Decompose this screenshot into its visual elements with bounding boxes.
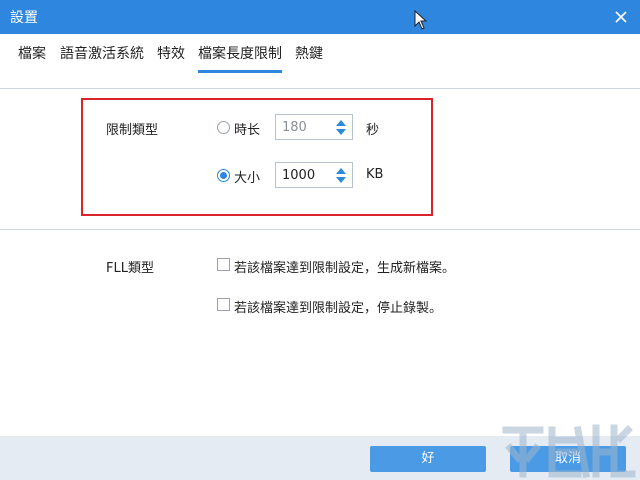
stop-recording-checkbox[interactable] [217, 298, 230, 311]
ok-button[interactable]: 好 [370, 446, 486, 472]
time-radio[interactable] [217, 121, 230, 134]
tab-file[interactable]: 檔案 [18, 43, 46, 63]
tab-file-length-limit[interactable]: 檔案長度限制 [198, 43, 282, 63]
title-bar: 設置 [0, 0, 640, 34]
spin-up-icon[interactable] [336, 120, 346, 126]
tabs-divider [0, 88, 640, 89]
time-value: 180 [282, 120, 307, 135]
watermark-logo [502, 424, 636, 479]
tab-effects[interactable]: 特效 [157, 43, 185, 63]
spin-down-icon[interactable] [336, 177, 346, 183]
time-radio-label: 時长 [234, 123, 261, 138]
limit-type-label: 限制類型 [106, 123, 159, 138]
section-divider [0, 229, 640, 230]
close-icon[interactable] [608, 4, 634, 30]
tab-hotkeys[interactable]: 熱鍵 [295, 43, 323, 63]
size-value: 1000 [282, 168, 316, 183]
new-file-option-label: 若該檔案達到限制設定，生成新檔案。 [234, 261, 456, 276]
stop-recording-option-label: 若該檔案達到限制設定，停止錄製。 [234, 301, 443, 316]
time-unit: 秒 [366, 123, 380, 138]
spin-down-icon[interactable] [336, 129, 346, 135]
size-radio[interactable] [217, 169, 230, 182]
mouse-cursor-icon [414, 10, 428, 30]
fll-type-label: FLL類型 [106, 261, 154, 276]
size-unit: KB [366, 167, 384, 182]
highlight-box [81, 98, 433, 216]
tab-bar: 檔案 語音激活系統 特效 檔案長度限制 熱鍵 [0, 34, 640, 74]
tab-voice-activation[interactable]: 語音激活系統 [60, 43, 144, 63]
time-stepper[interactable]: 180 [275, 114, 353, 140]
spin-up-icon[interactable] [336, 168, 346, 174]
new-file-checkbox[interactable] [217, 258, 230, 271]
size-radio-label: 大小 [234, 171, 261, 186]
active-tab-indicator [198, 70, 282, 73]
size-stepper[interactable]: 1000 [275, 162, 353, 188]
window-title: 設置 [10, 10, 38, 26]
